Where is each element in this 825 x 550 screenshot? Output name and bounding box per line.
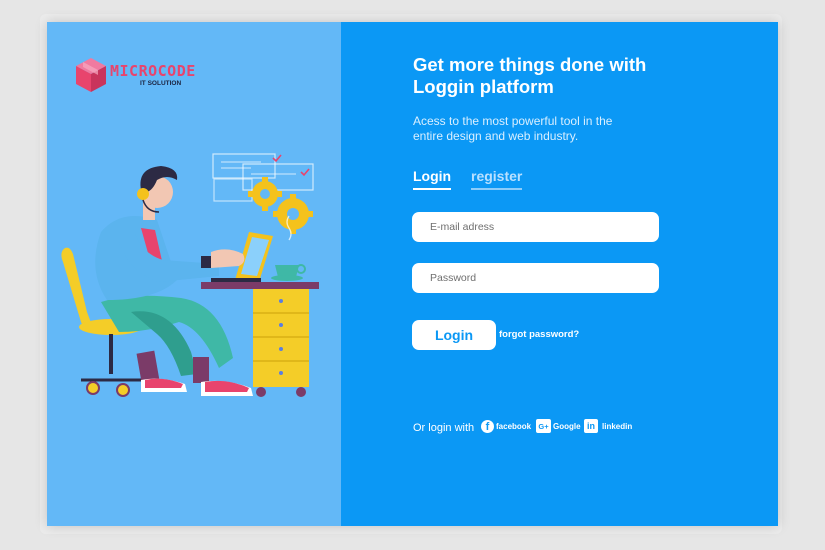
login-button[interactable]: Login — [412, 320, 496, 350]
facebook-label: facebook — [496, 421, 532, 431]
google-plus-icon: G+ — [536, 419, 551, 433]
brand-logo: MICROCODE IT SOLUTION — [74, 56, 204, 96]
social-login-label: Or login with — [413, 422, 475, 434]
linkedin-label: linkedin — [602, 421, 633, 431]
google-label: Google — [553, 421, 581, 431]
page-subtitle: Acess to the most powerful tool in the e… — [413, 114, 613, 143]
cube-logo-icon — [76, 58, 106, 92]
password-field[interactable] — [412, 263, 659, 293]
linkedin-login-button[interactable]: in linkedin — [584, 418, 632, 434]
email-field[interactable] — [412, 212, 659, 242]
hero-panel: MICROCODE IT SOLUTION — [47, 22, 341, 526]
facebook-icon: f — [481, 419, 494, 433]
login-panel: Get more things done with Loggin platfor… — [341, 22, 778, 526]
google-login-button[interactable]: G+ Google — [536, 418, 581, 434]
tab-register[interactable]: register — [471, 168, 523, 190]
man-working-at-laptop-illustration — [61, 153, 319, 397]
linkedin-icon: in — [584, 419, 598, 433]
page-title: Get more things done with Loggin platfor… — [413, 54, 647, 97]
login-card: MICROCODE IT SOLUTION Get more things do… — [47, 22, 778, 526]
forgot-password-link[interactable]: forgot password? — [499, 329, 579, 340]
tab-login[interactable]: Login — [413, 168, 452, 190]
facebook-login-button[interactable]: f facebook — [481, 418, 531, 434]
brand-tagline: IT SOLUTION — [140, 80, 182, 87]
brand-name: MICROCODE — [110, 62, 196, 80]
